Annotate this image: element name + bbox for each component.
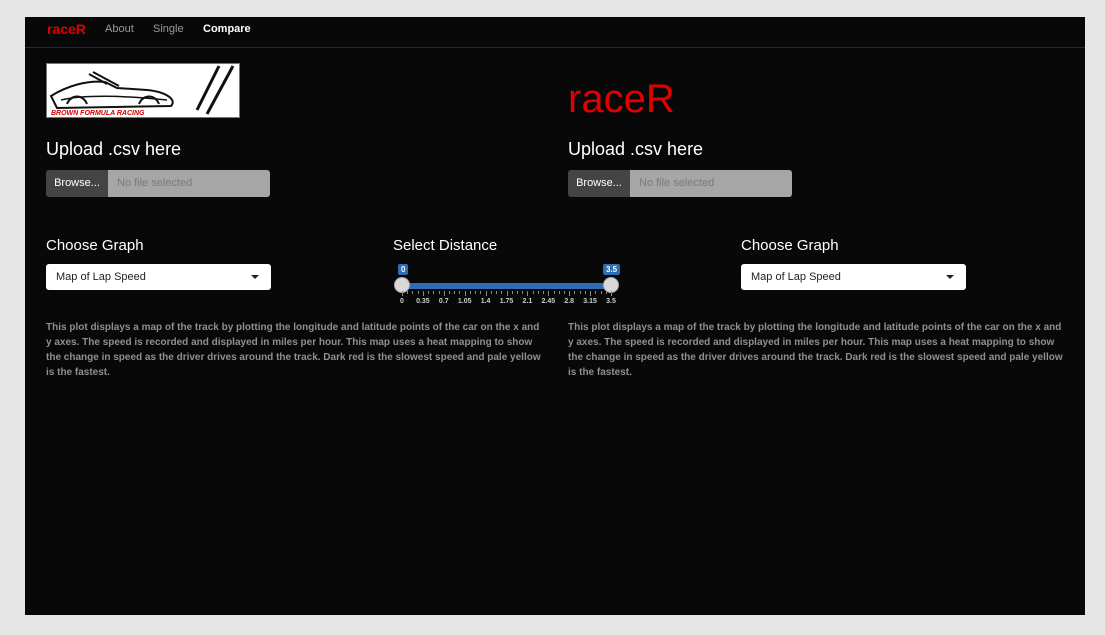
slider-minor-tick	[522, 291, 524, 294]
nav-link-single[interactable]: Single	[153, 23, 184, 35]
slider-minor-tick	[511, 291, 513, 294]
slider-major-tick	[548, 291, 550, 296]
graph-select-right-value: Map of Lap Speed	[751, 271, 841, 283]
slider-minor-tick	[417, 291, 419, 294]
file-name-field-right[interactable]: No file selected	[630, 170, 792, 197]
distance-range-slider[interactable]: 0 3.5 0 0.35 0.7 1.05 1.4 1.75 2.1 2.45 2.8 3.15 3…	[392, 263, 622, 309]
slider-minor-tick	[516, 291, 518, 294]
slider-minor-tick	[428, 291, 430, 294]
plot-description-left: This plot displays a map of the track by…	[46, 322, 541, 378]
slider-minor-tick	[490, 291, 492, 294]
slider-minor-tick	[574, 291, 576, 294]
car-logo-graphic: BROWN FORMULA RACING	[49, 65, 235, 117]
select-distance-heading: Select Distance	[393, 237, 498, 254]
navbar-brand[interactable]: raceR	[47, 21, 86, 37]
app-title: raceR	[568, 77, 675, 121]
slider-minor-tick	[558, 291, 560, 294]
nav-link-about[interactable]: About	[105, 23, 134, 35]
file-input-right[interactable]: Browse... No file selected	[568, 170, 792, 197]
slider-minor-tick	[412, 291, 414, 294]
slider-major-tick	[402, 291, 403, 296]
slider-minor-tick	[532, 291, 534, 294]
slider-major-tick	[569, 291, 571, 296]
logo-text: BROWN FORMULA RACING	[51, 110, 145, 117]
slider-minor-tick	[433, 291, 435, 294]
plot-description-right: This plot displays a map of the track by…	[568, 322, 1063, 378]
browse-button-left[interactable]: Browse...	[46, 170, 108, 197]
slider-major-tick	[464, 291, 466, 296]
slider-minor-tick	[600, 291, 602, 294]
graph-select-right[interactable]: Map of Lap Speed	[741, 264, 966, 290]
slider-minor-tick	[496, 291, 498, 294]
slider-from-value: 0	[398, 264, 409, 275]
file-name-field-left[interactable]: No file selected	[108, 170, 270, 197]
choose-graph-heading-right: Choose Graph	[741, 237, 839, 254]
upload-heading-right: Upload .csv here	[568, 139, 704, 159]
slider-minor-tick	[459, 291, 461, 294]
slider-minor-tick	[579, 291, 581, 294]
slider-major-tick	[590, 291, 592, 296]
navbar: raceR About Single Compare	[25, 17, 1085, 48]
slider-minor-tick	[537, 291, 539, 294]
slider-minor-tick	[584, 291, 586, 294]
slider-minor-tick	[407, 291, 409, 294]
slider-minor-tick	[475, 291, 477, 294]
slider-tick-label: 3.5	[606, 298, 616, 305]
slider-track-fill[interactable]	[402, 283, 611, 289]
slider-minor-tick	[553, 291, 555, 294]
slider-minor-tick	[501, 291, 503, 294]
choose-graph-heading-left: Choose Graph	[46, 237, 144, 254]
slider-major-tick	[506, 291, 508, 296]
chevron-down-icon	[251, 275, 259, 279]
slider-ticks	[402, 291, 612, 296]
chevron-down-icon	[946, 275, 954, 279]
file-input-left[interactable]: Browse... No file selected	[46, 170, 270, 197]
slider-minor-tick	[563, 291, 565, 294]
slider-to-value: 3.5	[603, 264, 621, 275]
team-logo: BROWN FORMULA RACING	[46, 63, 240, 118]
upload-heading-left: Upload .csv here	[46, 139, 182, 159]
slider-minor-tick	[438, 291, 440, 294]
slider-minor-tick	[543, 291, 545, 294]
slider-minor-tick	[595, 291, 597, 294]
slider-minor-tick	[480, 291, 482, 294]
nav-link-compare[interactable]: Compare	[203, 23, 251, 35]
app-window: raceR About Single Compare BROWN FORMULA…	[25, 17, 1085, 615]
slider-major-tick	[485, 291, 487, 296]
slider-minor-tick	[469, 291, 471, 294]
browse-button-right[interactable]: Browse...	[568, 170, 630, 197]
slider-minor-tick	[454, 291, 456, 294]
slider-major-tick	[611, 291, 612, 296]
graph-select-left-value: Map of Lap Speed	[56, 271, 146, 283]
slider-major-tick	[422, 291, 424, 296]
slider-major-tick	[443, 291, 445, 296]
slider-minor-tick	[449, 291, 451, 294]
slider-minor-tick	[605, 291, 607, 294]
graph-select-left[interactable]: Map of Lap Speed	[46, 264, 271, 290]
slider-major-tick	[527, 291, 529, 296]
